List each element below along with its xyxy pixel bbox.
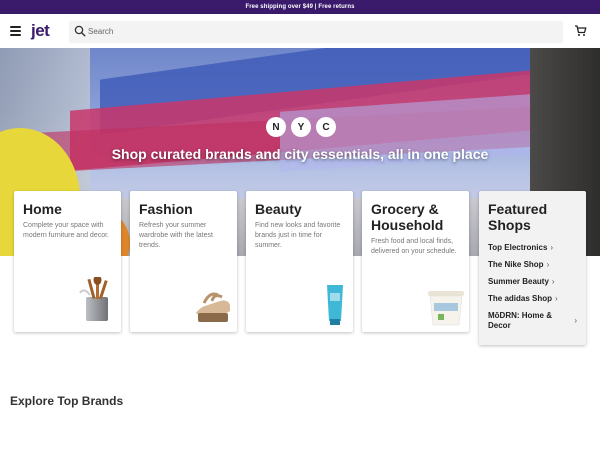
- featured-item-label: The Nike Shop: [488, 260, 544, 269]
- category-card-grocery[interactable]: Grocery & Household Fresh food and local…: [362, 191, 469, 332]
- featured-item-label: The adidas Shop: [488, 294, 553, 303]
- search-input[interactable]: [88, 24, 548, 39]
- hero-title: Shop curated brands and city essentials,…: [111, 146, 489, 162]
- featured-item-summer-beauty[interactable]: Summer Beauty ›: [488, 277, 577, 287]
- nyc-letter-y: Y: [291, 117, 311, 137]
- featured-shops-card: Featured Shops Top Electronics › The Nike…: [479, 191, 586, 345]
- header: jet: [0, 14, 600, 48]
- promo-text: Free shipping over $49 | Free returns: [245, 4, 355, 10]
- promo-banner: Free shipping over $49 | Free returns: [0, 0, 600, 14]
- featured-item-adidas-shop[interactable]: The adidas Shop ›: [488, 294, 577, 304]
- hamburger-icon[interactable]: [10, 26, 21, 36]
- jet-logo[interactable]: jet: [31, 21, 50, 41]
- featured-item-label: Top Electronics: [488, 243, 548, 252]
- category-description: Refresh your summer wardrobe with the la…: [139, 222, 213, 249]
- featured-item-modrn-home-decor[interactable]: MōDRN: Home & Decor ›: [488, 311, 577, 331]
- category-title: Home: [23, 201, 62, 217]
- search-icon: [74, 25, 86, 37]
- featured-item-label: MōDRN: Home & Decor: [488, 311, 552, 330]
- category-card-fashion[interactable]: Fashion Refresh your summer wardrobe wit…: [130, 191, 237, 332]
- chevron-right-icon: ›: [546, 260, 550, 269]
- featured-title: Featured Shops: [488, 201, 548, 233]
- nyc-letter-n: N: [266, 117, 286, 137]
- chevron-right-icon: ›: [550, 243, 554, 252]
- category-title: Fashion: [139, 201, 193, 217]
- search-bar[interactable]: [69, 21, 563, 43]
- category-title: Beauty: [255, 201, 302, 217]
- category-title: Grocery & Household: [371, 201, 444, 233]
- cart-icon[interactable]: [574, 24, 587, 37]
- yogurt-tub-image: [428, 291, 464, 326]
- featured-list: Top Electronics › The Nike Shop › Summer B…: [488, 243, 577, 331]
- utensil-holder-image: [79, 277, 108, 321]
- category-card-beauty[interactable]: Beauty Find new looks and favorite brand…: [246, 191, 353, 332]
- featured-item-top-electronics[interactable]: Top Electronics ›: [488, 243, 577, 253]
- chevron-right-icon: ›: [574, 316, 577, 325]
- chevron-right-icon: ›: [551, 277, 555, 286]
- featured-item-label: Summer Beauty: [488, 277, 549, 286]
- category-description: Find new looks and favorite brands just …: [255, 222, 341, 249]
- chevron-right-icon: ›: [555, 294, 558, 303]
- category-description: Fresh food and local finds, delivered on…: [371, 238, 457, 255]
- featured-item-nike-shop[interactable]: The Nike Shop ›: [488, 260, 577, 270]
- nyc-badges: N Y C: [266, 117, 336, 137]
- category-card-home[interactable]: Home Complete your space with modern fur…: [14, 191, 121, 332]
- sandal-image: [196, 292, 230, 322]
- nyc-letter-c: C: [316, 117, 336, 137]
- sunscreen-tube-image: [327, 285, 343, 325]
- explore-top-brands-heading: Explore Top Brands: [10, 394, 124, 408]
- category-description: Complete your space with modern furnitur…: [23, 222, 109, 239]
